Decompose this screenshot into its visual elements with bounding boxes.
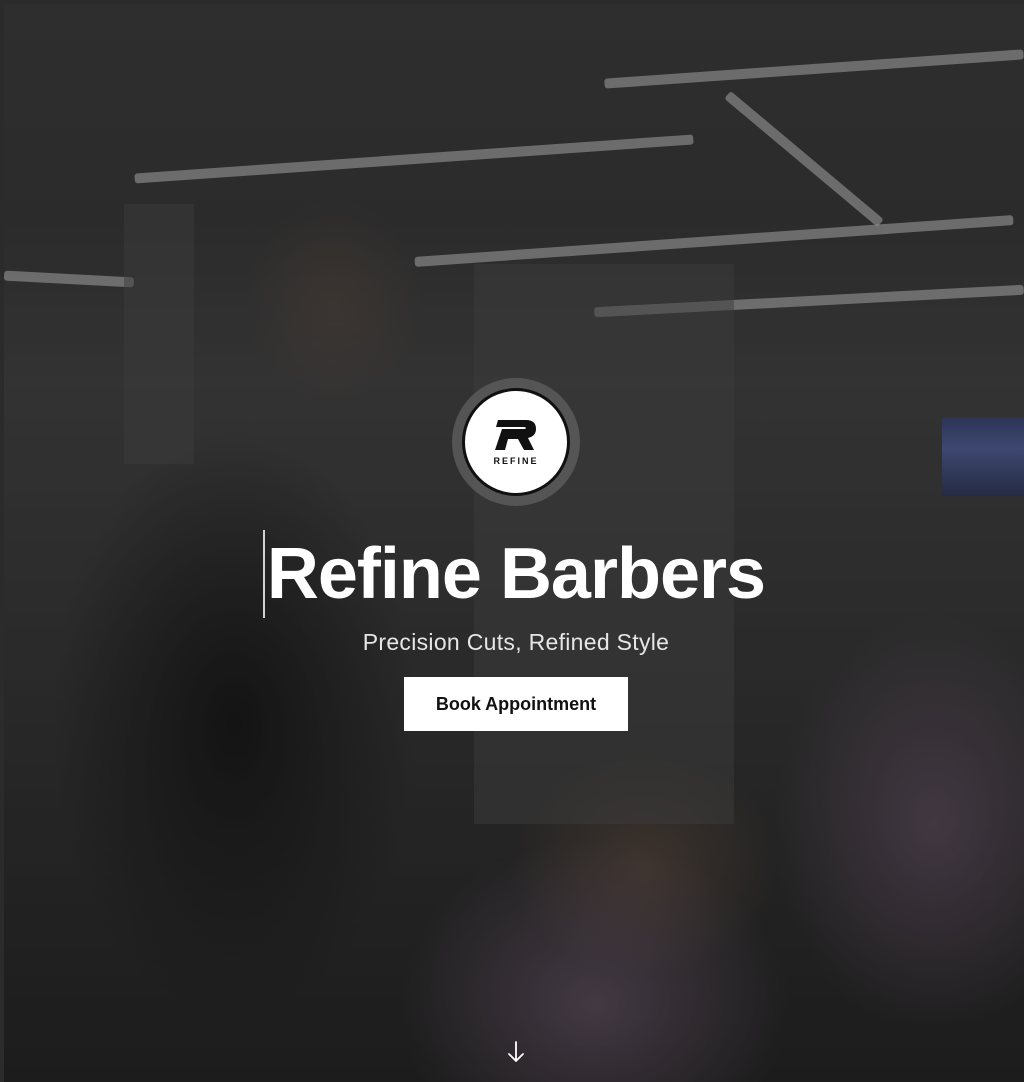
arrow-down-icon <box>508 1041 524 1062</box>
hero-content: REFINE Refine Barbers Precision Cuts, Re… <box>4 4 1024 1082</box>
logo-wordmark: REFINE <box>493 456 539 466</box>
book-appointment-button[interactable]: Book Appointment <box>404 677 628 731</box>
refine-logo: REFINE <box>462 388 570 496</box>
text-caret <box>262 530 265 618</box>
page-title-text: Refine Barbers <box>266 534 766 614</box>
refine-logo-icon <box>495 420 536 450</box>
page-title: Refine Barbers <box>262 530 766 618</box>
hero-section: REFINE Refine Barbers Precision Cuts, Re… <box>0 0 1024 1082</box>
tagline: Precision Cuts, Refined Style <box>362 629 670 655</box>
logo-badge: REFINE <box>452 378 580 506</box>
title-wrap: Refine Barbers <box>4 530 1024 618</box>
scroll-down-button[interactable] <box>504 1038 528 1066</box>
